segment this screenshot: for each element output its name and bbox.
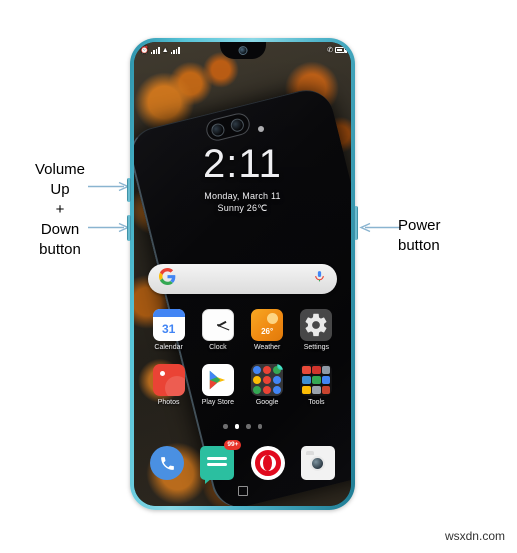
clock-weather: Sunny 26℃ xyxy=(217,203,268,213)
microphone-icon[interactable] xyxy=(313,269,326,289)
app-label-settings: Settings xyxy=(303,344,330,351)
google-g-icon xyxy=(159,268,176,290)
tools-folder-icon xyxy=(300,364,333,396)
app-label-play-store: Play Store xyxy=(201,399,235,406)
hardware-button-power[interactable] xyxy=(354,206,358,240)
app-play-store[interactable]: Play Store xyxy=(194,364,242,406)
volume-label-line-1: Volume xyxy=(34,161,86,178)
google-folder-icon xyxy=(251,364,284,396)
battery-icon xyxy=(335,47,347,53)
play-store-icon xyxy=(201,364,234,396)
page-dot-3[interactable] xyxy=(246,424,251,429)
messages-unread-badge: 99+ xyxy=(224,440,242,450)
arrow-left-power-icon xyxy=(355,222,401,233)
volume-button-label: Volume Up + Down button xyxy=(10,160,110,260)
clock-widget[interactable]: 2:11 Monday, March 11 Sunny 26℃ xyxy=(134,142,351,214)
status-bar-right: ✆ xyxy=(327,46,347,54)
status-bar: ⏰ ▲ ✆ xyxy=(134,42,351,58)
app-grid-row-1: 31 Calendar Clock 26° Weather Settings xyxy=(144,309,341,351)
app-clock[interactable]: Clock xyxy=(194,309,242,351)
signal-bars-icon xyxy=(150,46,160,54)
app-folder-google[interactable]: Google xyxy=(243,364,291,406)
page-dot-4[interactable] xyxy=(257,424,262,429)
weather-icon: 26° xyxy=(251,309,284,341)
phone-screen[interactable]: ⏰ ▲ ✆ 2:11 Monday, March 11 Sunny 26℃ 31… xyxy=(134,42,351,506)
app-label-clock: Clock xyxy=(209,344,227,351)
app-calendar[interactable]: 31 Calendar xyxy=(145,309,193,351)
page-dot-2-active[interactable] xyxy=(234,424,239,429)
google-search-bar[interactable] xyxy=(148,264,337,294)
dock-camera-app[interactable] xyxy=(300,446,335,480)
signal-bars-2-icon xyxy=(170,46,180,54)
app-label-google: Google xyxy=(255,399,279,406)
folder-badge-dot xyxy=(277,364,284,370)
volume-label-line-3: + xyxy=(55,201,65,218)
app-label-photos: Photos xyxy=(157,399,180,406)
app-settings[interactable]: Settings xyxy=(292,309,340,351)
smartphone-device: ⏰ ▲ ✆ 2:11 Monday, March 11 Sunny 26℃ 31… xyxy=(127,38,358,510)
recents-square-icon[interactable] xyxy=(237,486,248,496)
weather-temperature: 26° xyxy=(261,327,274,336)
app-label-calendar: Calendar xyxy=(154,344,183,351)
dock: 99+ xyxy=(142,440,343,484)
gear-icon xyxy=(300,309,333,341)
calendar-icon: 31 xyxy=(152,309,185,341)
hardware-button-volume-up[interactable] xyxy=(127,178,131,202)
mute-icon: ✆ xyxy=(327,46,333,54)
arrow-right-volume-up-icon xyxy=(88,181,130,192)
clock-date: Monday, March 11 xyxy=(204,191,281,201)
dock-opera-app[interactable] xyxy=(250,446,285,480)
power-label-line-2: button xyxy=(398,237,440,254)
app-folder-tools[interactable]: Tools xyxy=(292,364,340,406)
watermark: wsxdn.com xyxy=(444,529,505,543)
app-grid-row-2: Photos Play Store Google Tools xyxy=(144,364,341,406)
page-dot-1[interactable] xyxy=(223,424,228,429)
clock-time: 2:11 xyxy=(203,142,282,186)
volume-label-line-5: button xyxy=(39,241,81,258)
power-label-line-1: Power xyxy=(398,217,441,234)
power-button-label: Power button xyxy=(398,216,513,256)
app-label-weather: Weather xyxy=(253,344,281,351)
wifi-icon: ▲ xyxy=(161,46,169,54)
status-bar-left: ⏰ ▲ xyxy=(140,46,180,54)
app-photos[interactable]: Photos xyxy=(145,364,193,406)
dock-phone-app[interactable] xyxy=(150,446,185,480)
dock-messages-app[interactable]: 99+ xyxy=(200,440,242,484)
app-label-tools: Tools xyxy=(308,399,325,406)
clock-icon xyxy=(201,309,234,341)
arrow-right-volume-down-icon xyxy=(88,222,130,233)
photos-icon xyxy=(152,364,185,396)
page-indicator[interactable] xyxy=(134,424,351,429)
alarm-icon: ⏰ xyxy=(140,46,149,54)
calendar-day-number: 31 xyxy=(161,322,176,336)
app-weather[interactable]: 26° Weather xyxy=(243,309,291,351)
hardware-button-volume-down[interactable] xyxy=(127,215,131,241)
